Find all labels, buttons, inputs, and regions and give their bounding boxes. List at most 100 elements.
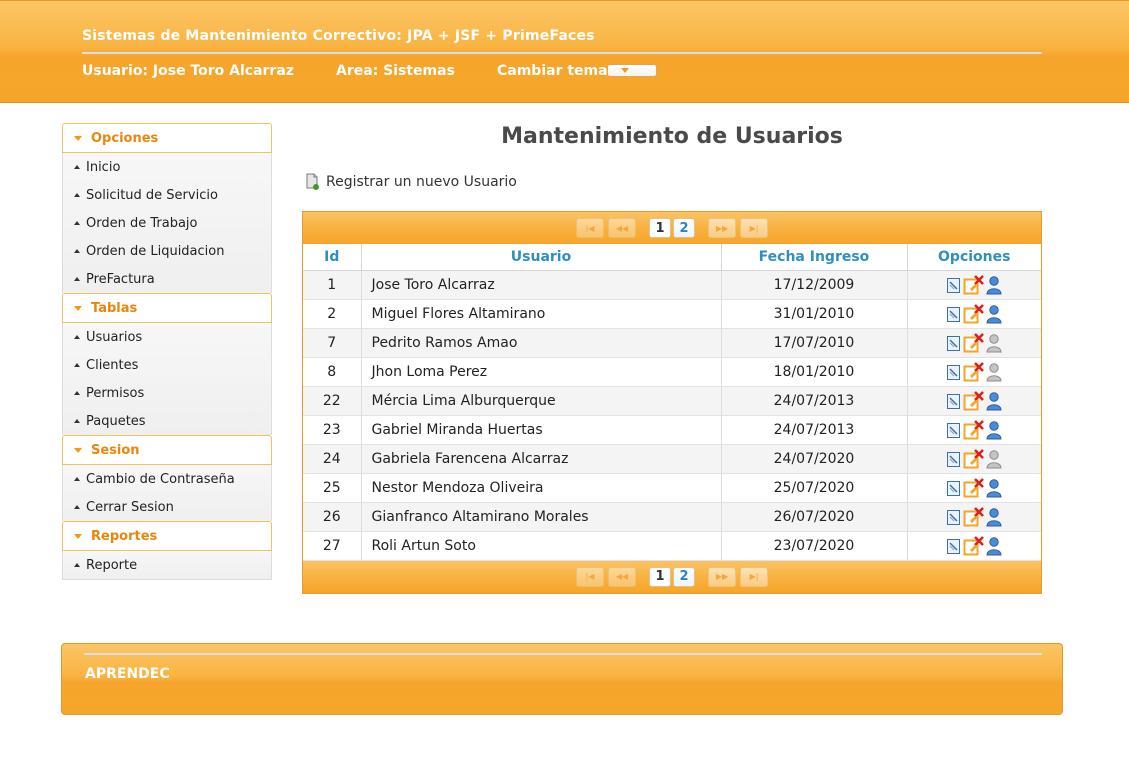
cell-fecha: 31/01/2010 [721,299,908,329]
edit-icon[interactable] [946,334,962,352]
sidebar-item-label: Paquetes [86,413,146,429]
sidebar-item[interactable]: Clientes [63,351,271,379]
edit-icon[interactable] [946,276,962,294]
edit-icon[interactable] [946,537,962,555]
page-2-button[interactable]: 2 [673,566,695,587]
user-icon[interactable] [986,391,1002,411]
user-icon[interactable] [986,507,1002,527]
prev-page-button[interactable]: ◀◀ [608,566,636,587]
cell-opciones [907,299,1041,329]
sidebar-item[interactable]: Inicio [63,153,271,181]
sidebar-item[interactable]: Cambio de Contraseña [63,465,271,493]
sidebar-item-label: PreFactura [86,271,155,287]
edit-icon[interactable] [946,305,962,323]
edit-icon[interactable] [946,363,962,381]
table-row[interactable]: 8 Jhon Loma Perez 18/01/2010 [303,357,1041,387]
table-row[interactable]: 2 Miguel Flores Altamirano 31/01/2010 [303,299,1041,329]
sidebar-item[interactable]: Paquetes [63,407,271,435]
last-page-button[interactable]: ▶| [740,566,768,587]
delete-icon[interactable] [963,535,985,556]
delete-icon[interactable] [963,332,985,353]
delete-icon[interactable] [963,448,985,469]
sidebar-section-body: Reporte [62,551,272,580]
user-icon[interactable] [986,536,1002,556]
table-row[interactable]: 25 Nestor Mendoza Oliveira 25/07/2020 [303,473,1041,503]
edit-icon[interactable] [946,508,962,526]
sidebar-section-header[interactable]: Reportes [62,521,272,551]
last-page-button[interactable]: ▶| [740,218,768,238]
cell-id: 8 [303,357,362,387]
sidebar-item[interactable]: Usuarios [63,323,271,351]
cell-fecha: 23/07/2020 [721,531,908,561]
current-area: Area: Sistemas [336,63,455,79]
edit-icon[interactable] [946,479,962,497]
paginator-bottom: |◀ ◀◀ 1 2 ▶▶ ▶| [303,560,1041,593]
column-header-usuario[interactable]: Usuario [361,244,722,271]
sidebar-item[interactable]: Orden de Trabajo [63,209,271,237]
first-page-button[interactable]: |◀ [576,218,604,238]
menu-bullet-icon [74,419,80,423]
column-header-opciones: Opciones [907,244,1041,271]
user-icon[interactable] [986,275,1002,295]
delete-icon[interactable] [963,506,985,527]
user-icon[interactable] [986,304,1002,324]
sidebar-item[interactable]: Reporte [63,551,271,579]
register-user-link[interactable]: Registrar un nuevo Usuario [305,173,517,191]
delete-icon[interactable] [963,274,985,295]
delete-icon[interactable] [963,390,985,411]
menu-bullet-icon [74,363,80,367]
page-2-button[interactable]: 2 [673,218,695,238]
next-page-button[interactable]: ▶▶ [708,566,736,587]
sidebar-section-header[interactable]: Opciones [62,123,272,153]
cell-id: 7 [303,328,362,358]
edit-icon[interactable] [946,421,962,439]
column-header-fecha[interactable]: Fecha Ingreso [721,244,908,271]
table-row[interactable]: 22 Mércia Lima Alburquerque 24/07/2013 [303,386,1041,416]
sidebar-section-header[interactable]: Tablas [62,293,272,323]
cell-usuario: Gianfranco Altamirano Morales [361,502,722,532]
page-1-button[interactable]: 1 [649,566,671,587]
sidebar-section-title: Reportes [91,528,158,544]
sidebar-item[interactable]: Orden de Liquidacion [63,237,271,265]
page-1-button[interactable]: 1 [649,218,671,238]
cell-opciones [907,502,1041,532]
first-page-button[interactable]: |◀ [576,566,604,587]
user-icon[interactable] [986,478,1002,498]
prev-page-button[interactable]: ◀◀ [608,218,636,238]
next-page-button[interactable]: ▶▶ [708,218,736,238]
cell-opciones [907,270,1041,300]
cell-opciones [907,473,1041,503]
sidebar-item[interactable]: Permisos [63,379,271,407]
delete-icon[interactable] [963,303,985,324]
delete-icon[interactable] [963,361,985,382]
cell-usuario: Gabriel Miranda Huertas [361,415,722,445]
table-row[interactable]: 24 Gabriela Farencena Alcarraz 24/07/2020 [303,444,1041,474]
table-row[interactable]: 7 Pedrito Ramos Amao 17/07/2010 [303,328,1041,358]
sidebar-item-label: Clientes [86,357,139,373]
cell-opciones [907,415,1041,445]
table-row[interactable]: 27 Roli Artun Soto 23/07/2020 [303,531,1041,561]
sidebar-item[interactable]: Solicitud de Servicio [63,181,271,209]
edit-icon[interactable] [946,392,962,410]
sidebar-item[interactable]: Cerrar Sesion [63,493,271,521]
cell-id: 23 [303,415,362,445]
delete-icon[interactable] [963,419,985,440]
user-icon[interactable] [986,420,1002,440]
sidebar-item-label: Inicio [86,159,121,175]
column-header-id[interactable]: Id [303,244,362,271]
user-icon[interactable] [986,333,1002,353]
cell-usuario: Jose Toro Alcarraz [361,270,722,300]
collapse-arrow-icon [74,135,82,141]
edit-icon[interactable] [946,450,962,468]
table-row[interactable]: 1 Jose Toro Alcarraz 17/12/2009 [303,270,1041,300]
user-icon[interactable] [986,449,1002,469]
table-row[interactable]: 26 Gianfranco Altamirano Morales 26/07/202… [303,502,1041,532]
app-footer: APRENDEC [61,643,1063,715]
table-row[interactable]: 23 Gabriel Miranda Huertas 24/07/2013 [303,415,1041,445]
delete-icon[interactable] [963,477,985,498]
sidebar-item[interactable]: PreFactura [63,265,271,293]
user-icon[interactable] [986,362,1002,382]
current-user: Usuario: Jose Toro Alcarraz [82,63,294,79]
theme-dropdown[interactable] [607,64,657,77]
sidebar-section-header[interactable]: Sesion [62,435,272,465]
